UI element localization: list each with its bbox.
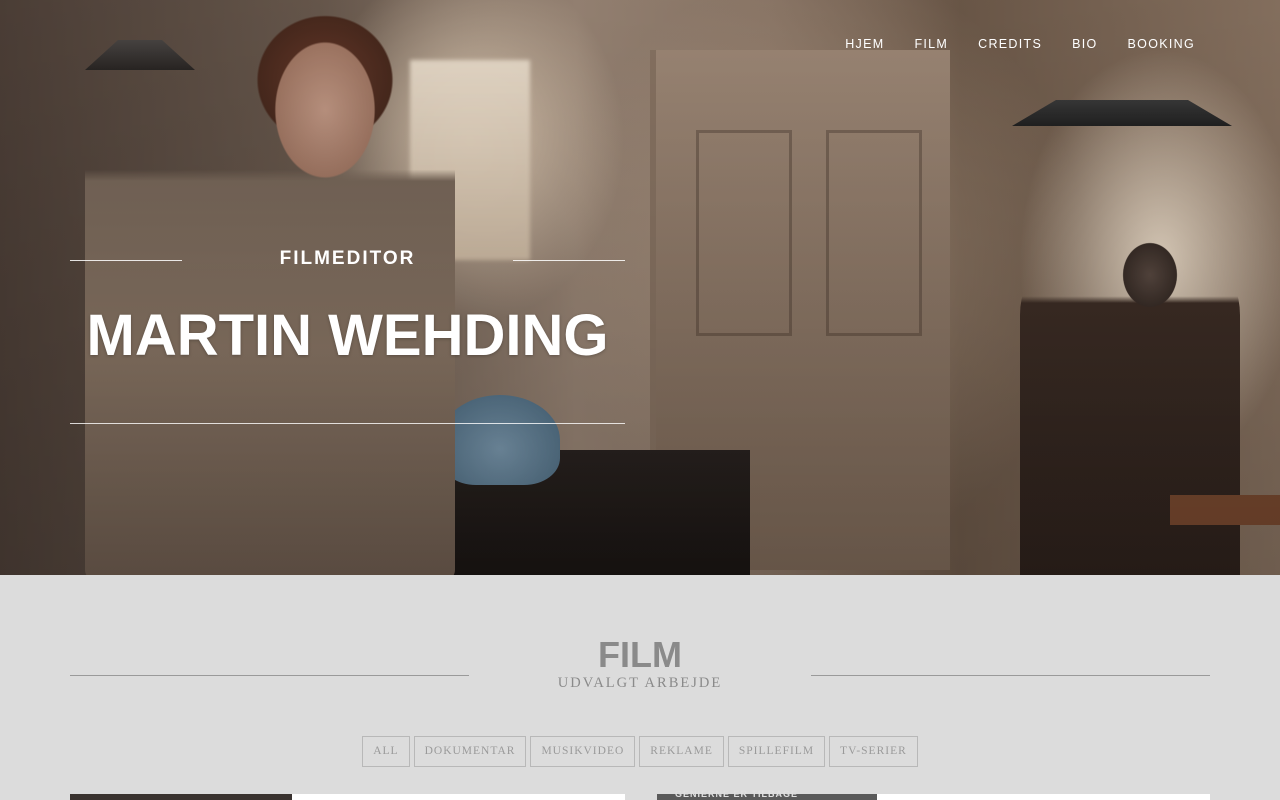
- divider-line: [70, 675, 469, 676]
- hero-name: MARTIN WEHDING: [86, 303, 609, 368]
- filter-all[interactable]: ALL: [362, 736, 410, 767]
- filter-spillefilm[interactable]: SPILLEFILM: [727, 736, 826, 767]
- filter-tv-serier[interactable]: TV-SERIER: [829, 736, 918, 767]
- film-thumbnail[interactable]: [70, 794, 292, 800]
- nav-item-credits[interactable]: CREDITS: [978, 36, 1042, 52]
- nav-item-booking[interactable]: BOOKING: [1128, 36, 1195, 52]
- hero-text-block: FILMEDITOR MARTIN WEHDING: [70, 240, 625, 430]
- filter-dokumentar[interactable]: DOKUMENTAR: [413, 736, 527, 767]
- hero-banner: HJEM FILM CREDITS BIO BOOKING FILMEDITOR…: [0, 0, 1280, 575]
- film-section: FILM UDVALGT ARBEJDE ALL DOKUMENTAR MUSI…: [0, 575, 1280, 800]
- section-subtitle: UDVALGT ARBEJDE: [557, 675, 723, 691]
- film-card-body[interactable]: [292, 794, 625, 800]
- nav-item-film[interactable]: FILM: [914, 36, 948, 52]
- divider-line: [811, 675, 1210, 676]
- thumbnail-caption: GENIERNE ER TILBAGE: [675, 789, 799, 799]
- nav-item-hjem[interactable]: HJEM: [845, 36, 884, 52]
- filter-musikvideo[interactable]: MUSIKVIDEO: [530, 736, 636, 767]
- main-nav: HJEM FILM CREDITS BIO BOOKING: [815, 36, 1195, 52]
- filter-reklame[interactable]: REKLAME: [639, 736, 724, 767]
- nav-item-bio[interactable]: BIO: [1072, 36, 1097, 52]
- hero-subtitle: FILMEDITOR: [279, 248, 416, 269]
- film-card-body[interactable]: [877, 794, 1210, 800]
- section-header: FILM UDVALGT ARBEJDE: [70, 635, 1210, 695]
- filter-bar: ALL DOKUMENTAR MUSIKVIDEO REKLAME SPILLE…: [0, 736, 1280, 767]
- divider-line: [70, 423, 625, 424]
- section-title: FILM: [598, 634, 682, 675]
